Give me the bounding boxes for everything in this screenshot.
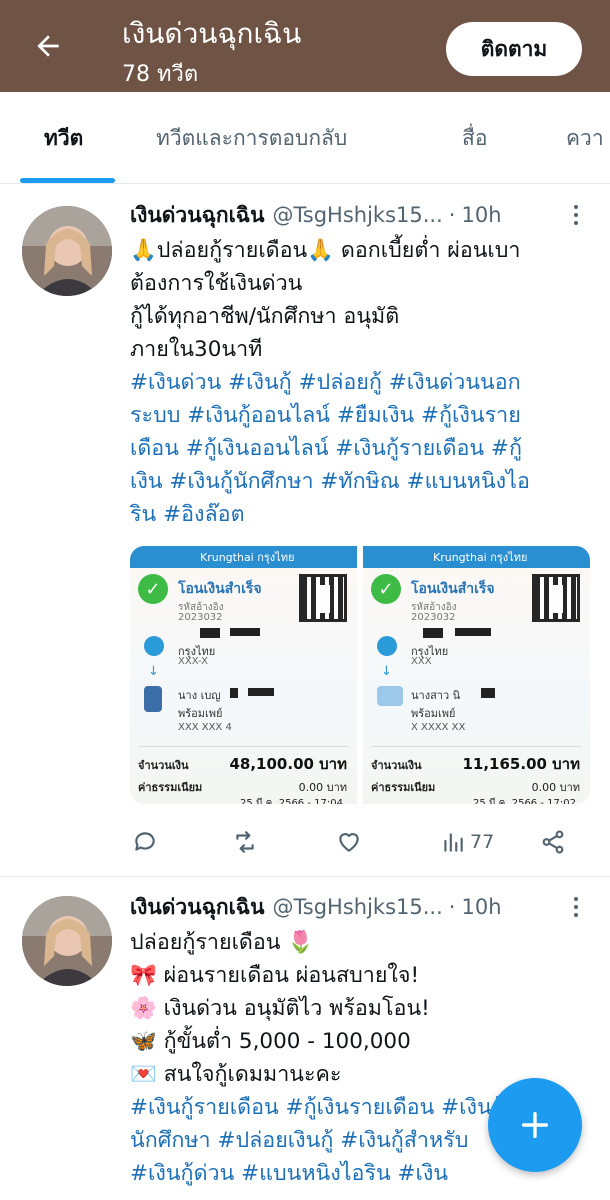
tweet-count: 78 ทวีต bbox=[122, 62, 199, 87]
views-button[interactable]: 77 bbox=[440, 822, 494, 862]
slip-date: 25 มี.ค. 2566 - 17:04 bbox=[240, 798, 343, 804]
heart-icon bbox=[339, 833, 359, 852]
slip-to-acct: XXX XXX 4 bbox=[178, 722, 232, 733]
qr-code-icon bbox=[532, 574, 580, 622]
slip-to-name: นางสาว นิ bbox=[411, 689, 461, 702]
slip-to-name: นาง เบญ bbox=[178, 689, 221, 702]
slip-from-acct: XXX bbox=[411, 656, 432, 667]
slip-status: โอนเงินสำเร็จ bbox=[178, 581, 262, 597]
avatar[interactable] bbox=[22, 896, 112, 986]
hashtag-line[interactable]: ระบบ #เงินกู้ออนไลน์ #ยืมเงิน #กู้เงินรา… bbox=[130, 399, 592, 432]
slip-to-service: พร้อมเพย์ bbox=[411, 707, 456, 720]
slip-to-service: พร้อมเพย์ bbox=[178, 707, 223, 720]
slip-fee: 0.00 บาท bbox=[298, 781, 347, 794]
share-icon bbox=[542, 830, 564, 854]
tweet-line: กู้ได้ทุกอาชีพ/นักศึกษา อนุมัติ bbox=[130, 304, 400, 329]
author-handle[interactable]: @TsgHshjks15... bbox=[272, 895, 442, 919]
slip-fee-label: ค่าธรรมเนียม bbox=[138, 781, 203, 794]
slip-fee-label: ค่าธรรมเนียม bbox=[371, 781, 436, 794]
transfer-slip-image[interactable]: Krungthai กรุงไทย ✓ โอนเงินสำเร็จ รหัสอ้… bbox=[130, 546, 357, 804]
retweet-icon bbox=[236, 831, 254, 853]
hashtag-line[interactable]: ริน #อิงล๊อต bbox=[130, 498, 592, 531]
tab-likes[interactable]: ควา bbox=[566, 92, 604, 183]
arrow-left-icon bbox=[37, 35, 59, 57]
reply-icon bbox=[135, 832, 155, 851]
bank-icon bbox=[144, 636, 164, 656]
hashtag-line[interactable]: #เงินด่วน #เงินกู้ #ปล่อยกู้ #เงินด่วนนอ… bbox=[130, 366, 592, 399]
more-dots-icon bbox=[574, 205, 578, 209]
tweet-actions: 77 bbox=[130, 822, 580, 862]
tweet-line: 🎀 ผ่อนรายเดือน ผ่อนสบายใจ! bbox=[130, 963, 420, 988]
bank-icon bbox=[377, 636, 397, 656]
hashtag-line[interactable]: เงิน #เงินกู้นักศึกษา #ทักษิณ #แบนหนิงไอ bbox=[130, 465, 592, 498]
tweet-line: ปล่อยกู้รายเดือน 🌷 bbox=[130, 930, 315, 955]
tweet-time[interactable]: 10h bbox=[461, 203, 501, 227]
slip-date: 25 มี.ค. 2566 - 17:02 bbox=[473, 798, 576, 804]
slip-status: โอนเงินสำเร็จ bbox=[411, 581, 495, 597]
tweet-line: 🦋 กู้ขั้นต่ำ 5,000 - 100,000 bbox=[130, 1029, 411, 1054]
tab-tweets[interactable]: ทวีต bbox=[44, 92, 83, 183]
bank-logo: Krungthai กรุงไทย bbox=[200, 551, 295, 564]
share-button[interactable] bbox=[540, 822, 566, 862]
follow-button[interactable]: ติดตาม bbox=[446, 22, 582, 76]
tweet-media: Krungthai กรุงไทย ✓ โอนเงินสำเร็จ รหัสอ้… bbox=[130, 546, 590, 804]
phone-icon bbox=[144, 686, 162, 712]
slip-from-acct: XXX-X bbox=[178, 656, 209, 667]
slip-amount: 11,165.00 บาท bbox=[462, 755, 580, 773]
like-button[interactable] bbox=[336, 822, 362, 862]
slip-amount-label: จำนวนเงิน bbox=[138, 759, 189, 772]
reply-button[interactable] bbox=[132, 822, 158, 862]
tweet-header: เงินด่วนฉุกเฉิน @TsgHshjks15... · 10h bbox=[130, 890, 592, 924]
check-icon: ✓ bbox=[138, 574, 168, 604]
hashtag-line[interactable]: เดือน #กู้เงินออนไลน์ #เงินกู้รายเดือน #… bbox=[130, 432, 592, 465]
tweet-header: เงินด่วนฉุกเฉิน @TsgHshjks15... · 10h bbox=[130, 198, 592, 232]
id-card-icon bbox=[377, 686, 403, 706]
more-options-button[interactable] bbox=[564, 890, 588, 924]
profile-tabs: ทวีต ทวีตและการตอบกลับ สื่อ ควา bbox=[0, 92, 610, 184]
retweet-button[interactable] bbox=[232, 822, 258, 862]
back-button[interactable] bbox=[28, 26, 68, 66]
qr-code-icon bbox=[299, 574, 347, 622]
author-name[interactable]: เงินด่วนฉุกเฉิน bbox=[130, 199, 264, 232]
tab-tweets-replies[interactable]: ทวีตและการตอบกลับ bbox=[156, 92, 347, 183]
tab-media[interactable]: สื่อ bbox=[462, 92, 487, 183]
slip-fee: 0.00 บาท bbox=[531, 781, 580, 794]
more-options-button[interactable] bbox=[564, 198, 588, 232]
slip-amount-label: จำนวนเงิน bbox=[371, 759, 422, 772]
slip-amount: 48,100.00 บาท bbox=[229, 755, 347, 773]
author-handle[interactable]: @TsgHshjks15... bbox=[272, 203, 442, 227]
active-tab-indicator bbox=[20, 178, 115, 183]
author-name[interactable]: เงินด่วนฉุกเฉิน bbox=[130, 891, 264, 924]
check-icon: ✓ bbox=[371, 574, 401, 604]
tweet-text: 🙏ปล่อยกู้รายเดือน🙏 ดอกเบี้ยต่ำ ผ่อนเบา ต… bbox=[130, 234, 592, 531]
tweet-time[interactable]: 10h bbox=[461, 895, 501, 919]
profile-name: เงินด่วนฉุกเฉิน bbox=[122, 17, 302, 50]
views-chart-icon bbox=[444, 833, 463, 852]
tweet-divider bbox=[0, 876, 610, 877]
tweet-line: ต้องการใช้เงินด่วน bbox=[130, 271, 303, 296]
transfer-slip-image[interactable]: Krungthai กรุงไทย ✓ โอนเงินสำเร็จ รหัสอ้… bbox=[363, 546, 590, 804]
bank-logo: Krungthai กรุงไทย bbox=[433, 551, 528, 564]
tweet-line: ภายใน30นาที bbox=[130, 337, 263, 362]
tweet-line: 🙏ปล่อยกู้รายเดือน🙏 ดอกเบี้ยต่ำ ผ่อนเบา bbox=[130, 238, 521, 263]
tweet-line: 🌸 เงินด่วน อนุมัติไว พร้อมโอน! bbox=[130, 996, 430, 1021]
views-count: 77 bbox=[470, 831, 495, 853]
arrow-down-icon: ↓ bbox=[381, 664, 392, 679]
arrow-down-icon: ↓ bbox=[148, 664, 159, 679]
slip-to-acct: X XXXX XX bbox=[411, 722, 466, 733]
plus-icon bbox=[521, 1111, 549, 1139]
slip-ref-no: 2023032 bbox=[178, 612, 223, 623]
profile-header: เงินด่วนฉุกเฉิน 78 ทวีต ติดตาม bbox=[0, 0, 610, 92]
more-dots-icon bbox=[574, 897, 578, 901]
avatar[interactable] bbox=[22, 206, 112, 296]
compose-tweet-button[interactable] bbox=[488, 1078, 582, 1172]
slip-ref-no: 2023032 bbox=[411, 612, 456, 623]
